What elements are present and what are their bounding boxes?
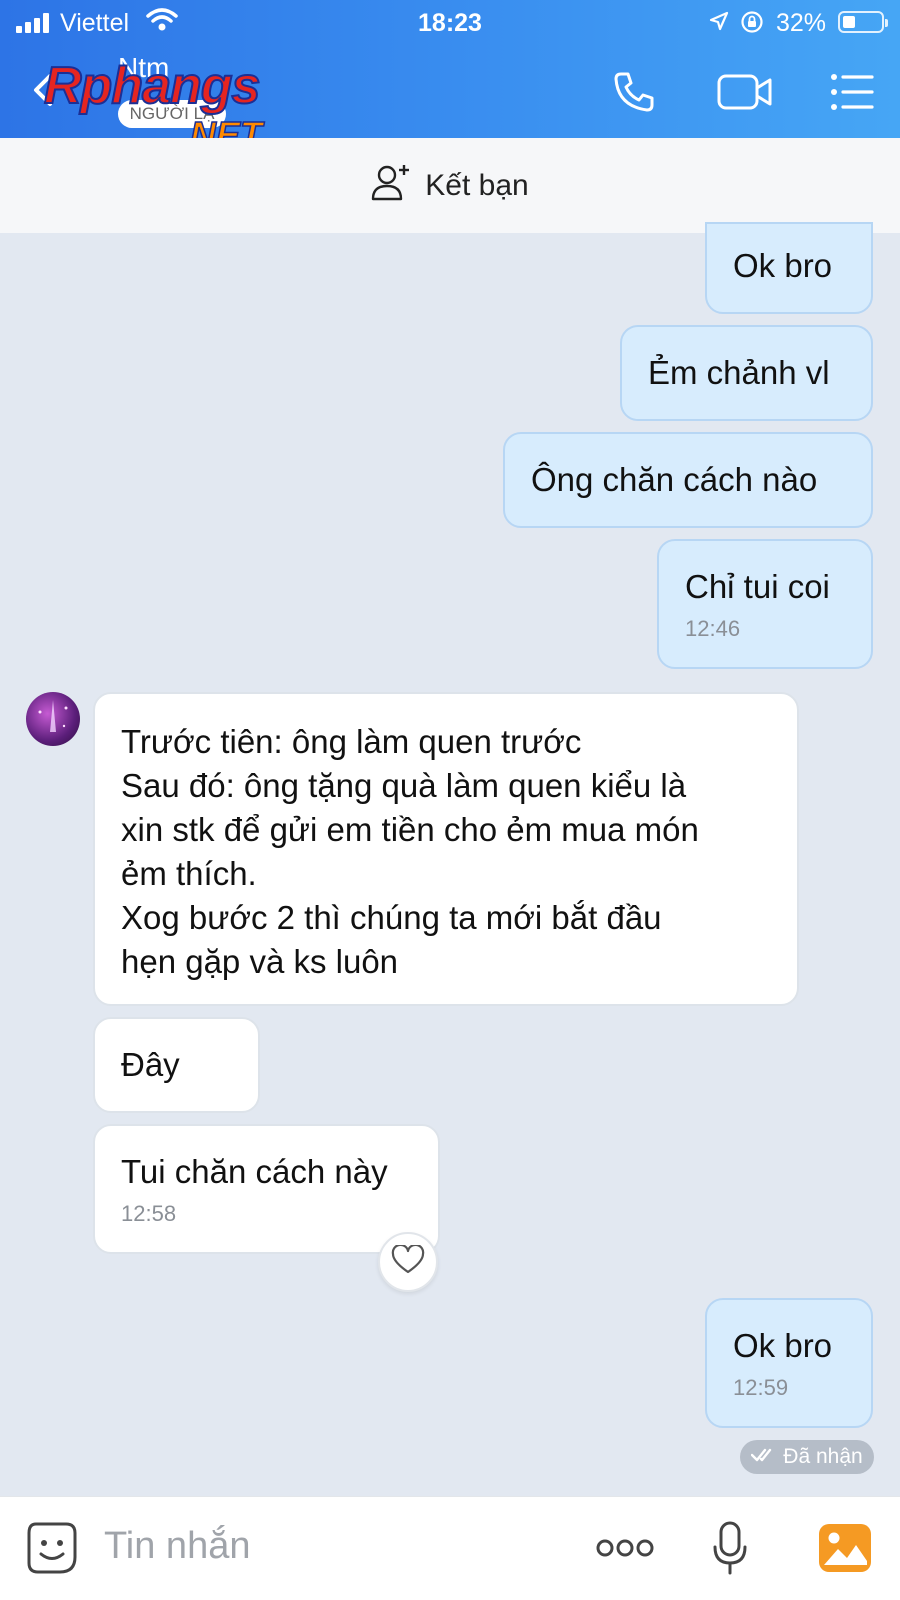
back-icon[interactable] (30, 72, 56, 113)
add-friend-icon (371, 163, 411, 209)
message-time: 12:46 (685, 616, 741, 641)
status-bar: Viettel 18:23 32% (0, 0, 900, 46)
clock: 18:23 (418, 9, 482, 37)
more-icon[interactable] (596, 1537, 654, 1564)
message-text: Đây (121, 1046, 180, 1083)
delivery-status-text: Đã nhận (783, 1445, 863, 1468)
sticker-icon[interactable] (26, 1521, 78, 1580)
battery-percent: 32% (776, 9, 827, 37)
message-text: Trước tiên: ông làm quen trước Sau đó: ô… (121, 723, 699, 980)
message-text: Tui chăn cách này (121, 1153, 388, 1190)
stranger-badge: NGƯỜI LẠ (118, 100, 226, 128)
message-outgoing[interactable]: Ok bro 12:59 (705, 1298, 873, 1428)
video-call-icon[interactable] (716, 68, 774, 116)
message-text: Ok bro (733, 1327, 833, 1364)
message-time: 12:59 (733, 1375, 789, 1400)
message-incoming[interactable]: Đây (93, 1017, 260, 1113)
message-incoming[interactable]: Trước tiên: ông làm quen trước Sau đó: ô… (93, 692, 799, 1006)
double-check-icon (751, 1445, 777, 1469)
menu-icon[interactable] (828, 68, 876, 116)
message-time: 12:58 (121, 1201, 177, 1226)
contact-avatar[interactable] (26, 692, 80, 746)
delivery-status-badge: Đã nhận (740, 1440, 874, 1474)
message-text: Ông chăn cách nào (531, 461, 818, 498)
react-heart-button[interactable] (378, 1232, 438, 1292)
message-outgoing[interactable]: Ông chăn cách nào (503, 432, 873, 528)
rotation-lock-icon (740, 10, 764, 41)
message-outgoing[interactable]: Ok bro (705, 222, 873, 314)
message-text: Ok bro (733, 247, 833, 284)
contact-name[interactable]: Ntm (118, 52, 169, 84)
message-text: Ẻm chảnh vl (648, 354, 830, 391)
location-icon (708, 10, 730, 39)
add-friend-bar[interactable]: Kết bạn (0, 138, 900, 233)
battery-icon (838, 11, 888, 33)
microphone-icon[interactable] (712, 1521, 748, 1582)
message-outgoing[interactable]: Chỉ tui coi 12:46 (657, 539, 873, 669)
message-incoming[interactable]: Tui chăn cách này 12:58 (93, 1124, 440, 1254)
add-friend-label: Kết bạn (425, 168, 529, 202)
chat-header: Viettel 18:23 32% Ntm NGƯỜI LẠ Rphangs .… (0, 0, 900, 156)
message-input[interactable]: Tin nhắn (104, 1525, 250, 1568)
message-composer: Tin nhắn (0, 1496, 900, 1600)
image-icon[interactable] (818, 1523, 872, 1578)
message-outgoing[interactable]: Ẻm chảnh vl (620, 325, 873, 421)
message-text: Chỉ tui coi (685, 568, 830, 605)
phone-icon[interactable] (610, 68, 658, 116)
heart-icon (391, 1243, 425, 1280)
